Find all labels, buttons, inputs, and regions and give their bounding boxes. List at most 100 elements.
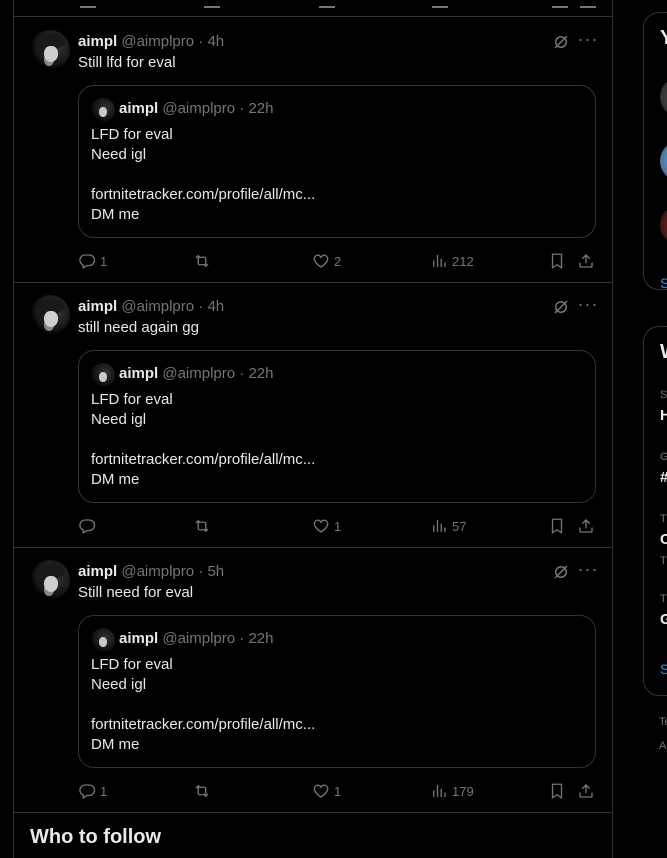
tweet-header: aimpl @aimplpro · 5h — [78, 562, 224, 582]
quoted-text-line: Need igl — [91, 146, 147, 163]
separator-dot: · — [198, 298, 204, 315]
share-icon — [577, 517, 595, 535]
author-name[interactable]: aimpl — [78, 33, 117, 50]
like-count: 1 — [334, 783, 342, 799]
quoted-tweet[interactable]: aimpl @aimplpro · 22h LFD for eval Need i… — [78, 615, 596, 768]
like-button[interactable]: 1 — [312, 515, 341, 537]
trend-category: T — [660, 593, 667, 605]
tweet[interactable]: aimpl @aimplpro · 4h ··· still need agai… — [14, 283, 612, 548]
reply-button[interactable]: 1 — [78, 780, 107, 802]
avatar[interactable] — [30, 295, 70, 335]
quoted-avatar[interactable] — [91, 363, 115, 387]
author-handle[interactable]: @aimplpro — [121, 563, 194, 580]
trend-name[interactable]: C — [660, 531, 667, 548]
more-options-icon[interactable]: ··· — [577, 30, 599, 52]
tweet-text: Still need for eval — [78, 584, 194, 601]
views-icon-fragment — [432, 0, 448, 8]
footer-link[interactable]: A — [659, 740, 666, 752]
retweet-button[interactable] — [193, 515, 215, 537]
views-button[interactable]: 57 — [430, 515, 466, 537]
grok-icon[interactable] — [552, 563, 570, 581]
retweet-icon — [193, 252, 211, 270]
avatar[interactable] — [660, 77, 667, 117]
views-icon — [430, 517, 448, 535]
quoted-text: LFD for eval Need igl fortnitetracker.com/… — [91, 655, 315, 755]
quoted-text-line: LFD for eval — [91, 391, 173, 408]
reply-count: 1 — [100, 783, 108, 799]
quoted-avatar[interactable] — [91, 98, 115, 122]
timestamp[interactable]: 5h — [207, 563, 224, 580]
quoted-text-line — [91, 695, 315, 715]
author-name[interactable]: aimpl — [78, 563, 117, 580]
show-more-link[interactable]: S — [660, 661, 667, 677]
trend-name[interactable]: H — [660, 407, 667, 424]
footer-link[interactable]: Te — [659, 716, 667, 728]
views-count: 57 — [452, 518, 467, 534]
quoted-author-name: aimpl — [119, 365, 159, 382]
more-options-icon[interactable]: ··· — [577, 295, 599, 317]
avatar[interactable] — [660, 205, 667, 245]
grok-icon[interactable] — [552, 33, 570, 51]
quoted-text-line: Need igl — [91, 676, 147, 693]
like-icon — [312, 782, 330, 800]
reply-icon — [78, 517, 96, 535]
like-button[interactable]: 2 — [312, 250, 341, 272]
like-icon — [312, 252, 330, 270]
quoted-text: LFD for eval Need igl fortnitetracker.com/… — [91, 125, 315, 225]
quoted-author-handle: @aimplpro — [162, 630, 236, 647]
bookmark-button[interactable] — [548, 515, 566, 537]
tweet[interactable]: aimpl @aimplpro · 5h ··· Still need for … — [14, 548, 612, 813]
retweet-button[interactable] — [193, 780, 215, 802]
quoted-tweet[interactable]: aimpl @aimplpro · 22h LFD for eval Need i… — [78, 85, 596, 238]
author-handle[interactable]: @aimplpro — [121, 298, 194, 315]
timestamp[interactable]: 4h — [207, 33, 224, 50]
quoted-text-line — [91, 165, 315, 185]
avatar[interactable] — [660, 141, 667, 181]
share-button[interactable] — [577, 780, 595, 802]
quoted-timestamp: 22h — [248, 365, 274, 382]
card-title: W — [660, 341, 667, 364]
avatar[interactable] — [30, 30, 70, 70]
quoted-author-handle: @aimplpro — [162, 100, 236, 117]
quoted-text-line — [91, 430, 315, 450]
quoted-text-line: fortnitetracker.com/profile/all/mc... — [91, 716, 316, 733]
reply-icon — [78, 782, 96, 800]
share-icon-fragment — [580, 0, 596, 8]
who-to-follow-title: Who to follow — [30, 826, 162, 848]
card-title: Y — [660, 27, 667, 49]
author-handle[interactable]: @aimplpro — [121, 33, 194, 50]
quoted-text-line: DM me — [91, 471, 140, 488]
show-more-link[interactable]: S — [660, 275, 667, 291]
grok-icon[interactable] — [552, 298, 570, 316]
bookmark-icon — [548, 782, 566, 800]
trend-category: S — [660, 389, 667, 401]
views-button[interactable]: 179 — [430, 780, 474, 802]
quoted-avatar[interactable] — [91, 628, 115, 652]
quoted-timestamp: 22h — [248, 630, 274, 647]
right-sidebar-card-1: Y S — [643, 12, 667, 291]
author-name[interactable]: aimpl — [78, 298, 117, 315]
tweet[interactable]: aimpl @aimplpro · 4h ··· Still lfd for e… — [14, 18, 612, 283]
quoted-tweet[interactable]: aimpl @aimplpro · 22h LFD for eval Need i… — [78, 350, 596, 503]
reply-button[interactable]: 1 — [78, 250, 107, 272]
reply-button[interactable] — [78, 515, 100, 537]
like-button[interactable]: 1 — [312, 780, 341, 802]
share-icon — [577, 252, 595, 270]
views-button[interactable]: 212 — [430, 250, 474, 272]
share-button[interactable] — [577, 250, 595, 272]
retweet-button[interactable] — [193, 250, 215, 272]
bookmark-button[interactable] — [548, 780, 566, 802]
share-button[interactable] — [577, 515, 595, 537]
trend-name[interactable]: G — [660, 611, 667, 628]
quoted-header: aimpl @aimplpro · 22h — [119, 99, 274, 119]
timestamp[interactable]: 4h — [207, 298, 224, 315]
avatar[interactable] — [30, 560, 70, 600]
quoted-timestamp: 22h — [248, 100, 274, 117]
reply-count: 1 — [100, 253, 108, 269]
quoted-text-line: LFD for eval — [91, 656, 173, 673]
separator-dot: · — [239, 365, 245, 382]
more-options-icon[interactable]: ··· — [577, 560, 599, 582]
bookmark-icon-fragment — [552, 0, 568, 8]
bookmark-button[interactable] — [548, 250, 566, 272]
trend-name[interactable]: # — [660, 469, 667, 486]
